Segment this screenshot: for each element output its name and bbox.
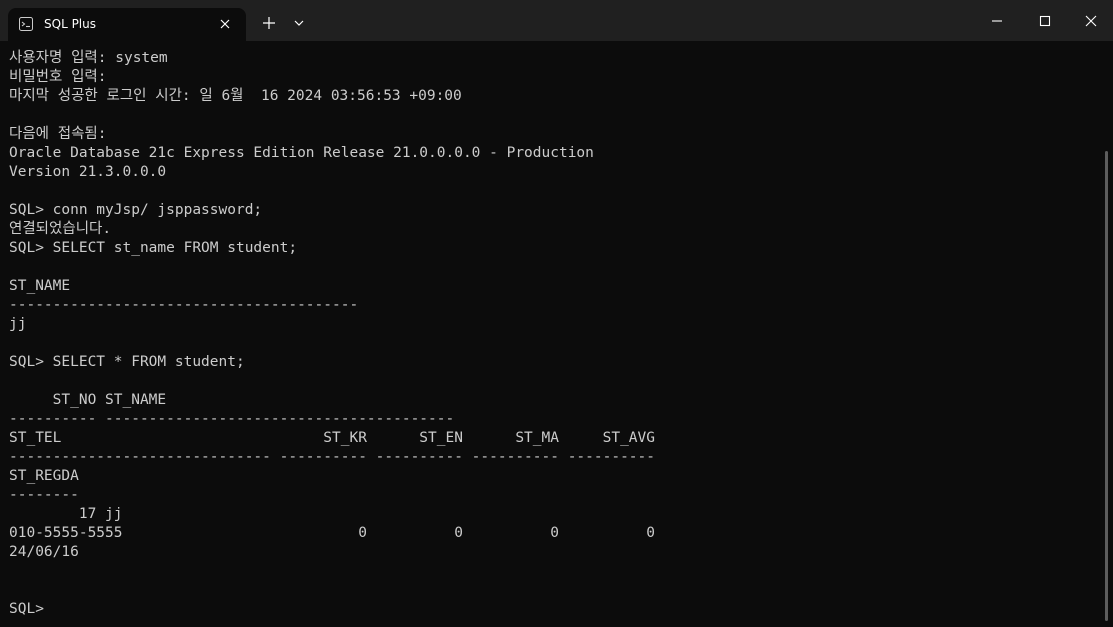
console-line: 010-5555-5555 0 0 0 0	[9, 525, 656, 541]
chevron-down-icon[interactable]	[293, 18, 305, 28]
minimize-icon[interactable]	[990, 14, 1004, 28]
console-line: 다음에 접속됨:	[9, 126, 107, 142]
console-line: 24/06/16	[9, 544, 79, 560]
console-output[interactable]: 사용자명 입력: system 비밀번호 입력: 마지막 성공한 로그인 시간: 일…	[9, 49, 1099, 621]
new-tab-plus-icon[interactable]	[262, 16, 276, 30]
tab-sql-plus[interactable]: SQL Plus	[8, 8, 246, 41]
console-line: 17 jj	[9, 506, 123, 522]
console-line: ST_TEL ST_KR ST_EN ST_MA ST_AVG	[9, 430, 656, 446]
console-line: SQL> conn myJsp/ jsppassword;	[9, 202, 263, 218]
console-line: Version 21.3.0.0.0	[9, 164, 167, 180]
console-line: 연결되었습니다.	[9, 221, 112, 237]
vertical-scrollbar[interactable]	[1105, 151, 1108, 621]
console-line: SQL> SELECT st_name FROM student;	[9, 240, 298, 256]
console-line: ---------- -----------------------------…	[9, 411, 455, 427]
console-line: ST_NO ST_NAME	[9, 392, 167, 408]
console-line: SQL> SELECT * FROM student;	[9, 354, 245, 370]
terminal-window: SQL Plus 사용자명 입력: system 비밀번호 입력: 마지막 성공한 …	[0, 0, 1113, 627]
console-line: 마지막 성공한 로그인 시간: 일 6월 16 2024 03:56:53 +0…	[9, 88, 462, 104]
console-line: 사용자명 입력: system	[9, 50, 168, 66]
tab-title: SQL Plus	[44, 17, 96, 31]
maximize-icon[interactable]	[1038, 14, 1052, 28]
console-line: ST_NAME	[9, 278, 71, 294]
close-window-icon[interactable]	[1084, 14, 1098, 28]
console-line: Oracle Database 21c Express Edition Rele…	[9, 145, 594, 161]
tab-close-icon[interactable]	[218, 17, 232, 31]
console-line: --------	[9, 487, 79, 503]
console-line: jj	[9, 316, 27, 332]
console-line: ST_REGDA	[9, 468, 79, 484]
title-bar[interactable]: SQL Plus	[0, 0, 1113, 41]
terminal-icon	[19, 17, 33, 31]
console-line: ----------------------------------------	[9, 297, 359, 313]
console-line: ------------------------------ ---------…	[9, 449, 656, 465]
console-line: SQL>	[9, 601, 44, 617]
console-line: 비밀번호 입력:	[9, 69, 107, 85]
